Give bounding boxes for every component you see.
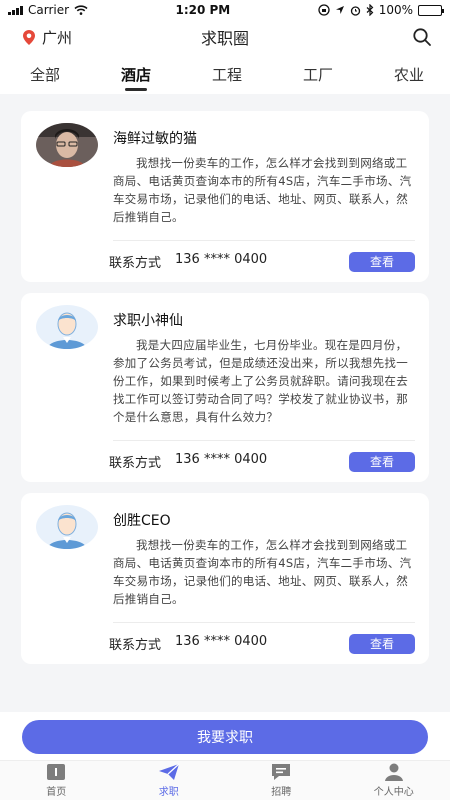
photo-avatar-icon [36,123,98,167]
contact-label: 联系方式 [109,638,162,653]
post-content: 我是大四应届毕业生，七月份毕业。现在是四月份，参加了公务员考试，但是成绩还没出来… [113,338,408,424]
battery-icon [418,4,444,16]
contact-phone: 136 **** 0400 [175,452,268,467]
post-content: 我想找一份卖车的工作，怎么样才会找到到网络或工商局、电话黄页查询本市的所有4S店… [113,538,412,606]
post-card[interactable]: 海鲜过敏的猫 我想找一份卖车的工作，怎么样才会找到到网络或工商局、电话黄页查询本… [21,111,429,282]
person-icon [384,763,403,781]
search-icon[interactable] [412,27,432,47]
signal-icon [8,5,23,15]
alarm-icon [350,5,360,16]
location-arrow-icon [335,6,344,14]
post-feed: 海鲜过敏的猫 我想找一份卖车的工作，怎么样才会找到到网络或工商局、电话黄页查询本… [0,94,450,664]
bottom-tab-bar: 首页 求职 招聘 个人中心 [0,760,450,800]
contact-label: 联系方式 [109,456,162,471]
contact-phone: 136 **** 0400 [175,252,268,267]
battery-percent: 100% [378,3,413,17]
view-button[interactable]: 查看 [349,633,415,654]
tab-all[interactable]: 全部 [30,58,60,91]
status-time: 1:20 PM [175,3,231,17]
tab-engineering[interactable]: 工程 [212,58,242,91]
post-author: 创胜CEO [113,513,171,529]
tab-hotel[interactable]: 酒店 [121,58,151,91]
category-tabs: 全部 酒店 工程 工厂 农业 [0,54,450,94]
wifi-icon [74,5,88,15]
post-author: 海鲜过敏的猫 [113,131,197,147]
contact-phone: 136 **** 0400 [175,634,268,649]
home-icon [47,764,66,780]
post-footer: 联系方式 136 **** 0400 查看 [109,240,415,282]
tabbar-item-job-seeking[interactable]: 求职 [129,763,209,798]
post-card[interactable]: 创胜CEO 我想找一份卖车的工作，怎么样才会找到到网络或工商局、电话黄页查询本市… [21,493,429,664]
post-card[interactable]: 求职小神仙 我是大四应届毕业生，七月份毕业。现在是四月份，参加了公务员考试，但是… [21,293,429,482]
avatar [35,123,99,167]
tabbar-label: 个人中心 [373,787,414,798]
tabbar-item-recruit[interactable]: 招聘 [241,763,321,798]
chat-icon [272,764,291,780]
tabbar-label: 求职 [158,787,179,798]
header: 广州 求职圈 [0,20,450,54]
location-label: 广州 [42,28,73,47]
carrier-label: Carrier [28,3,70,17]
post-content: 我想找一份卖车的工作，怎么样才会找到到网络或工商局、电话黄页查询本市的所有4S店… [113,156,412,224]
contact-label: 联系方式 [109,256,162,271]
avatar [35,505,99,549]
bluetooth-icon [366,4,374,16]
view-button[interactable]: 查看 [349,251,415,272]
avatar [35,305,99,349]
lock-rotation-icon [318,4,330,16]
post-footer: 联系方式 136 **** 0400 查看 [109,440,415,482]
view-button[interactable]: 查看 [349,451,415,472]
paper-plane-icon [158,763,180,780]
default-avatar-icon [36,305,98,349]
tabbar-item-home[interactable]: 首页 [16,763,96,798]
tabbar-label: 招聘 [271,787,292,798]
location-selector[interactable]: 广州 [22,27,72,48]
post-footer: 联系方式 136 **** 0400 查看 [109,622,415,664]
post-author: 求职小神仙 [113,313,183,329]
apply-job-button[interactable]: 我要求职 [22,720,428,754]
apply-bar: 我要求职 [0,712,450,762]
map-pin-icon [23,29,35,45]
tab-factory[interactable]: 工厂 [303,58,333,91]
tabbar-label: 首页 [46,787,67,798]
default-avatar-icon [36,505,98,549]
tab-agriculture[interactable]: 农业 [394,58,424,91]
tabbar-item-profile[interactable]: 个人中心 [354,763,434,798]
status-bar: Carrier 1:20 PM 100% [0,0,450,20]
